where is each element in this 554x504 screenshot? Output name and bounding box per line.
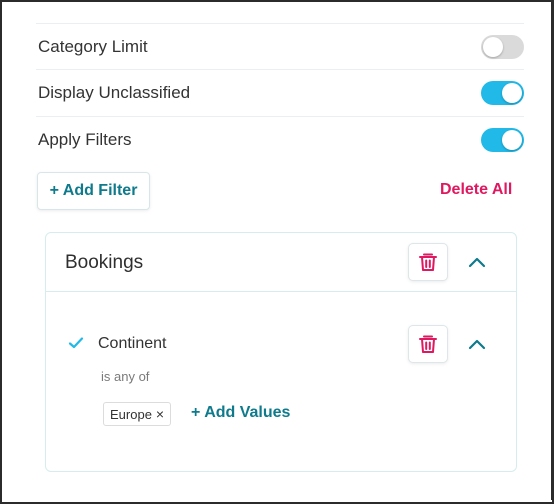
add-filter-button[interactable]: + Add Filter <box>37 172 150 210</box>
collapse-group-button[interactable] <box>465 250 489 274</box>
category-limit-toggle[interactable] <box>481 34 524 59</box>
display-unclassified-toggle[interactable] <box>481 80 524 105</box>
delete-group-button[interactable] <box>408 243 448 281</box>
setting-row-apply-filters: Apply Filters <box>36 116 524 162</box>
delete-condition-button[interactable] <box>408 325 448 363</box>
trash-icon <box>419 253 437 271</box>
condition-operator: is any of <box>101 369 150 384</box>
chevron-up-icon <box>468 257 486 268</box>
remove-value-icon[interactable]: × <box>156 407 164 421</box>
filter-group-title: Bookings <box>65 252 144 273</box>
check-icon <box>68 337 84 349</box>
delete-all-button[interactable]: Delete All <box>440 181 512 199</box>
value-chip-label: Europe <box>110 406 152 422</box>
setting-row-category-limit: Category Limit <box>36 23 524 69</box>
value-chip-europe: Europe × <box>103 402 172 426</box>
chevron-up-icon <box>468 339 486 350</box>
condition-field-label: Continent <box>98 335 167 352</box>
add-values-button[interactable]: + Add Values <box>191 404 290 422</box>
trash-icon <box>419 335 437 353</box>
toggle-knob <box>483 36 503 57</box>
setting-label: Apply Filters <box>38 129 132 149</box>
panel-right-edge <box>551 0 552 500</box>
toggle-knob <box>502 82 522 103</box>
toggle-knob <box>502 129 522 150</box>
setting-label: Display Unclassified <box>38 82 191 102</box>
setting-row-display-unclassified: Display Unclassified <box>36 69 524 115</box>
setting-label: Category Limit <box>38 36 148 56</box>
collapse-condition-button[interactable] <box>465 332 489 356</box>
apply-filters-toggle[interactable] <box>481 127 524 152</box>
